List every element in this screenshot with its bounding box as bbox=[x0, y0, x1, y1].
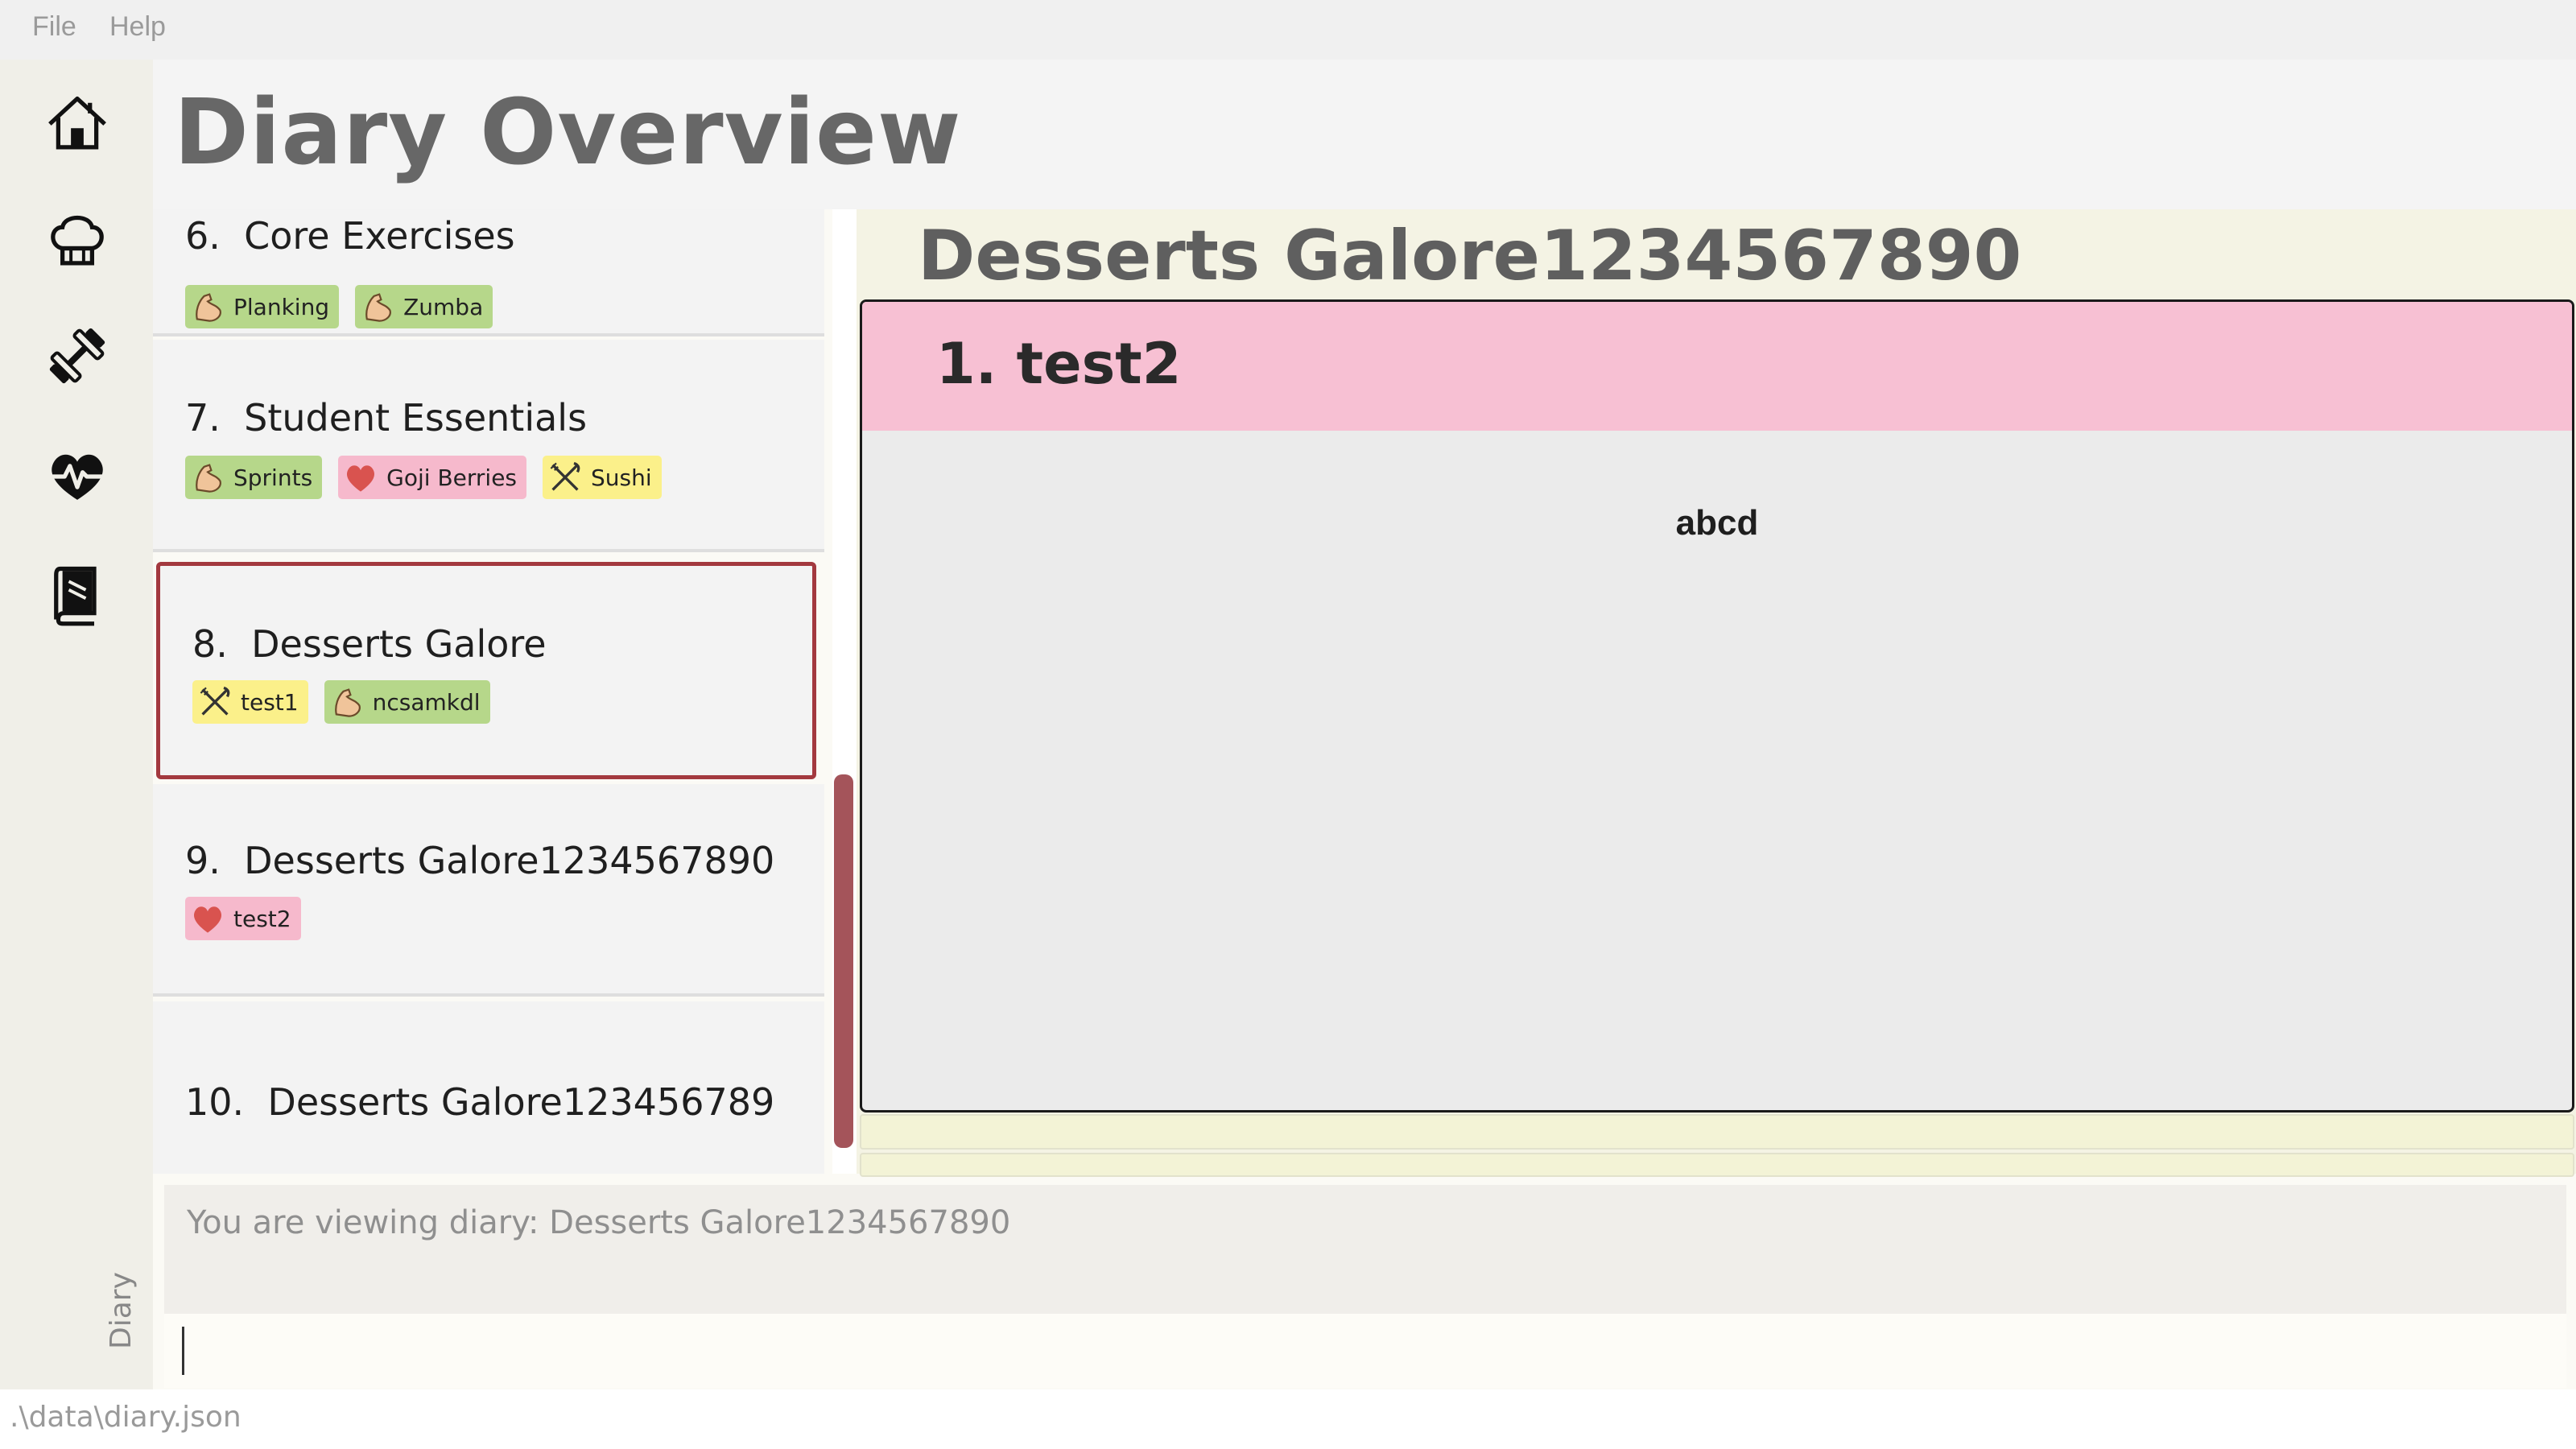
exercise-tag: Planking bbox=[185, 285, 340, 328]
dumbbell-icon bbox=[49, 328, 105, 384]
header: Diary Overview bbox=[153, 60, 2576, 209]
sidebar: Diary bbox=[0, 60, 153, 1389]
list-item[interactable]: 10. Desserts Galore123456789 bbox=[153, 1001, 824, 1174]
heart-icon bbox=[193, 906, 222, 933]
diary-index: 9. bbox=[185, 839, 221, 882]
recipe-tag: test1 bbox=[192, 680, 308, 724]
diary-title: 8. Desserts Galore bbox=[192, 622, 547, 666]
flexed-arm-icon bbox=[334, 688, 361, 717]
status-bar: .\data\diary.json bbox=[0, 1389, 2576, 1449]
entry-card-collapsed[interactable] bbox=[860, 1114, 2574, 1150]
command-input[interactable] bbox=[164, 1314, 2566, 1388]
tag-list: Sprints Goji Berries Sushi bbox=[185, 456, 662, 499]
list-item[interactable]: 6. Core Exercises Planking Zumba bbox=[153, 209, 824, 336]
list-item[interactable]: 9. Desserts Galore1234567890 test2 bbox=[153, 784, 824, 997]
flexed-arm-icon bbox=[365, 293, 392, 322]
recipe-tag: Sushi bbox=[543, 456, 662, 499]
entry-title: 1. test2 bbox=[936, 331, 1182, 397]
menu-file[interactable]: File bbox=[32, 11, 76, 43]
menu-help[interactable]: Help bbox=[109, 11, 166, 43]
sidebar-item-home[interactable] bbox=[37, 84, 118, 164]
diary-title: 9. Desserts Galore1234567890 bbox=[185, 839, 774, 882]
diary-name: Core Exercises bbox=[244, 214, 515, 258]
list-item-selected[interactable]: 8. Desserts Galore test1 ncsamkdl bbox=[156, 562, 816, 779]
exercise-tag: ncsamkdl bbox=[324, 680, 490, 724]
tag-list: Planking Zumba bbox=[185, 285, 493, 328]
page-title: Diary Overview bbox=[174, 80, 962, 185]
sidebar-item-diary[interactable] bbox=[37, 554, 118, 634]
diary-index: 6. bbox=[185, 214, 221, 258]
book-icon bbox=[54, 566, 97, 626]
result-display: You are viewing diary: Desserts Galore12… bbox=[164, 1185, 2566, 1314]
menu-bar: File Help bbox=[0, 0, 2576, 60]
tag-list: test2 bbox=[185, 897, 301, 940]
diary-name: Desserts Galore1234567890 bbox=[244, 839, 775, 882]
entry-card-collapsed[interactable] bbox=[860, 1153, 2574, 1177]
tag-list: test1 ncsamkdl bbox=[192, 680, 490, 724]
flexed-arm-icon bbox=[196, 293, 221, 322]
text-caret bbox=[182, 1327, 184, 1375]
diary-index: 8. bbox=[192, 622, 228, 666]
sidebar-item-recipes[interactable] bbox=[37, 200, 118, 280]
diary-title: 7. Student Essentials bbox=[185, 396, 587, 440]
diary-name: Desserts Galore123456789 bbox=[267, 1080, 775, 1124]
sidebar-item-exercises[interactable] bbox=[37, 316, 118, 396]
flexed-arm-icon bbox=[196, 464, 221, 493]
health-tag: Goji Berries bbox=[338, 456, 527, 499]
data-file-path: .\data\diary.json bbox=[10, 1401, 242, 1434]
exercise-tag: Sprints bbox=[185, 456, 323, 499]
list-item[interactable]: 7. Student Essentials Sprints Goji Berri… bbox=[153, 340, 824, 552]
heartbeat-icon bbox=[49, 454, 105, 500]
diary-title: 6. Core Exercises bbox=[185, 214, 515, 258]
entry-body: abcd bbox=[1675, 503, 1759, 543]
heart-icon bbox=[347, 465, 375, 492]
fork-knife-icon bbox=[550, 461, 580, 491]
diary-index: 10. bbox=[185, 1080, 245, 1124]
result-message: You are viewing diary: Desserts Galore12… bbox=[187, 1204, 1011, 1241]
diary-title: 10. Desserts Galore123456789 bbox=[185, 1080, 774, 1124]
sidebar-item-health[interactable] bbox=[37, 436, 118, 517]
current-tab-label: Diary bbox=[105, 1272, 138, 1349]
entry-header: 1. test2 bbox=[862, 302, 2572, 431]
diary-list[interactable]: 6. Core Exercises Planking Zumba 7. Stud… bbox=[153, 209, 845, 1174]
diary-name: Student Essentials bbox=[244, 396, 588, 440]
fork-knife-icon bbox=[200, 686, 230, 716]
chef-hat-icon bbox=[51, 215, 104, 266]
diary-index: 7. bbox=[185, 396, 221, 440]
health-tag: test2 bbox=[185, 897, 301, 940]
diary-detail: Desserts Galore1234567890 1. test2 abcd bbox=[857, 209, 2576, 1177]
home-icon bbox=[48, 96, 106, 150]
list-scrollbar-thumb[interactable] bbox=[834, 774, 853, 1148]
diary-entry-card[interactable]: 1. test2 abcd bbox=[860, 299, 2574, 1113]
exercise-tag: Zumba bbox=[355, 285, 493, 328]
diary-name: Desserts Galore bbox=[251, 622, 547, 666]
diary-detail-title: Desserts Galore1234567890 bbox=[918, 216, 2022, 296]
